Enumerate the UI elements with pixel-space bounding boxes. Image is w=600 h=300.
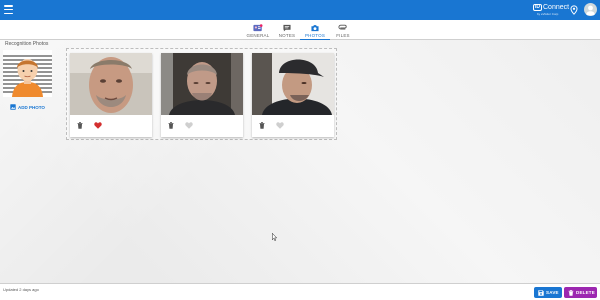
save-icon: [538, 289, 544, 296]
trash-icon[interactable]: [168, 122, 174, 129]
heart-icon[interactable]: [185, 122, 193, 129]
delete-label: DELETE: [576, 290, 595, 295]
tab-files[interactable]: FILES: [330, 22, 356, 40]
photo-card: [161, 53, 243, 137]
heart-icon[interactable]: [276, 122, 284, 129]
id-card-icon: [253, 24, 263, 32]
brand-subtitle: by eVisitor Corp: [537, 12, 559, 16]
save-label: SAVE: [546, 290, 559, 295]
location-icon[interactable]: [570, 5, 578, 15]
app-header: ID Connect by eVisitor Corp: [0, 0, 600, 20]
delete-button[interactable]: DELETE: [564, 287, 597, 298]
menu-icon[interactable]: [4, 5, 13, 14]
recognition-photo[interactable]: [252, 53, 334, 115]
heart-shape: [185, 122, 193, 129]
updated-timestamp: Updated 2 days ago: [3, 287, 39, 292]
trash-icon: [568, 289, 574, 296]
photo-card: [70, 53, 152, 137]
photo-gallery: [66, 48, 337, 140]
heart-icon[interactable]: [94, 122, 102, 129]
recognition-photo[interactable]: [161, 53, 243, 115]
brand-mark: ID: [533, 4, 542, 11]
photo-card: [252, 53, 334, 137]
tab-label: FILES: [336, 33, 350, 38]
brand-name: Connect: [543, 4, 570, 11]
add-photo-button[interactable]: ADD PHOTO: [10, 104, 50, 112]
attachment-icon: [338, 24, 347, 30]
add-photo-label: ADD PHOTO: [18, 105, 45, 110]
section-title: Recognition Photos: [5, 41, 49, 47]
profile-illustration: [3, 50, 52, 97]
notes-icon: [283, 24, 291, 32]
add-photo-icon: [10, 104, 16, 110]
heart-shape: [94, 122, 102, 129]
tab-bar: GENERAL NOTES PHOTOS FILES: [0, 20, 600, 40]
trash-icon[interactable]: [259, 122, 265, 129]
heart-shape: [276, 122, 284, 129]
trash-icon[interactable]: [77, 122, 83, 129]
mouse-cursor-icon: [272, 233, 277, 241]
camera-icon: [311, 25, 319, 32]
footer-bar: Updated 2 days ago SAVE DELETE: [0, 283, 600, 300]
recognition-photo[interactable]: [70, 53, 152, 115]
save-button[interactable]: SAVE: [534, 287, 562, 298]
user-avatar[interactable]: [584, 3, 597, 16]
brand-logo: ID Connect by eVisitor Corp: [533, 3, 569, 17]
